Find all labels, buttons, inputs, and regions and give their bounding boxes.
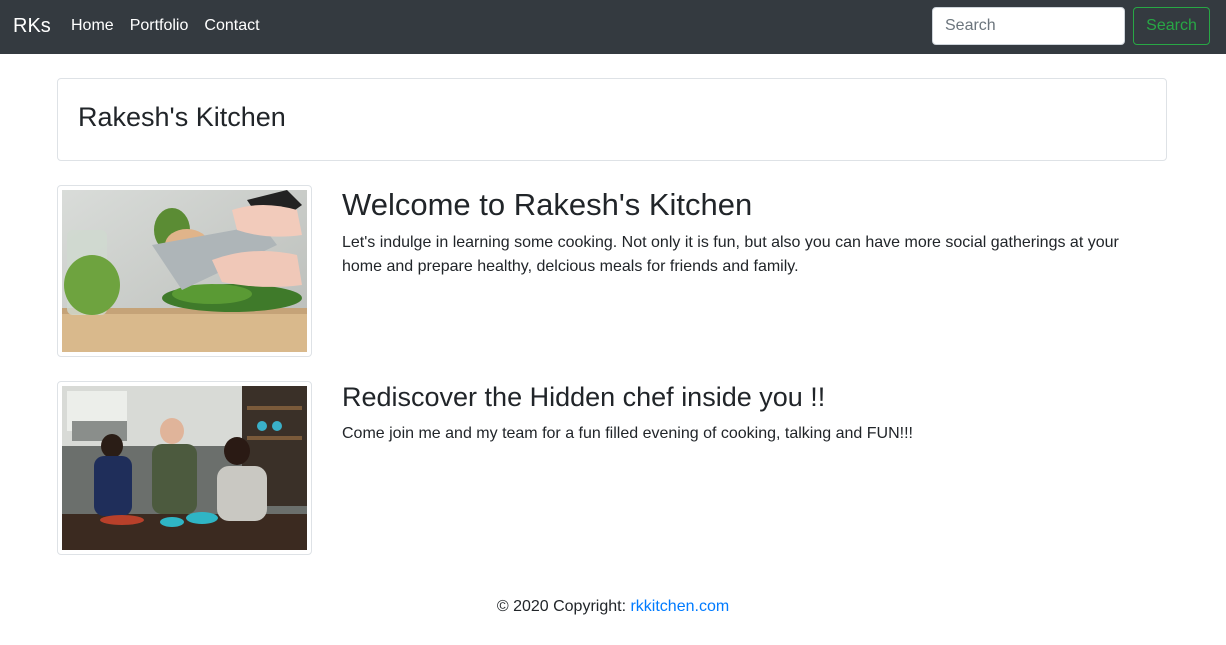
nav-contact-link[interactable]: Contact <box>204 16 259 36</box>
media-text: Come join me and my team for a fun fille… <box>342 425 913 442</box>
nav-home-link[interactable]: Home <box>71 16 114 36</box>
footer-site-link[interactable]: rkkitchen.com <box>630 598 729 615</box>
media-title: Welcome to Rakesh's Kitchen <box>342 187 753 222</box>
search-input[interactable] <box>932 7 1125 45</box>
brand-logo[interactable]: RKs <box>13 14 51 38</box>
nav-portfolio-link[interactable]: Portfolio <box>130 16 189 36</box>
chopping-herbs-image <box>62 190 307 352</box>
media-text: Let's indulge in learning some cooking. … <box>342 234 1119 275</box>
page-title: Rakesh's Kitchen <box>78 102 286 132</box>
media-item-welcome: Welcome to Rakesh's Kitchen Let's indulg… <box>57 185 1167 357</box>
media-thumbnail <box>57 185 312 357</box>
search-button[interactable]: Search <box>1133 7 1210 45</box>
media-title: Rediscover the Hidden chef inside you !! <box>342 382 826 412</box>
media-item-hidden-chef: Rediscover the Hidden chef inside you !!… <box>57 381 1167 555</box>
people-cooking-image <box>62 386 307 550</box>
nav-links: Home Portfolio Contact <box>71 16 260 36</box>
header-card: Rakesh's Kitchen <box>57 78 1167 161</box>
footer: © 2020 Copyright: rkkitchen.com <box>0 596 1226 618</box>
top-navbar: RKs Home Portfolio Contact Search <box>0 0 1226 54</box>
copyright-text: © 2020 Copyright: <box>496 598 631 615</box>
media-thumbnail <box>57 381 312 555</box>
